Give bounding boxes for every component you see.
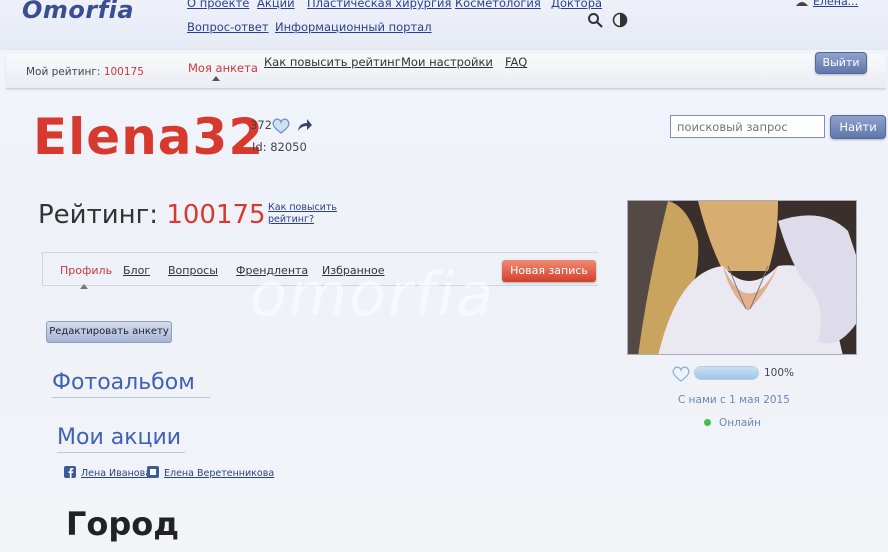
new-post-button[interactable]: Новая запись [502, 260, 596, 282]
user-icon[interactable] [795, 0, 809, 6]
watermark: omorfia [250, 260, 496, 330]
likes-count: 372 [250, 118, 272, 132]
member-since: С нами с 1 мая 2015 [678, 394, 790, 406]
online-status: Онлайн [719, 417, 761, 429]
heart-icon[interactable] [272, 118, 290, 134]
profile-badge-icon [147, 466, 159, 478]
how-to-raise-link[interactable]: Как повысить рейтинг? [268, 202, 348, 226]
online-status-dot [704, 419, 711, 426]
heart-icon[interactable] [672, 366, 690, 382]
my-promotions-heading[interactable]: Мои акции [57, 425, 185, 453]
profile-rating-label: Рейтинг: [38, 200, 159, 230]
search-input[interactable] [670, 115, 825, 138]
tab-my-settings[interactable]: Мои настройки [401, 55, 493, 69]
nav-qa[interactable]: Вопрос-ответ [187, 20, 269, 34]
friend-link[interactable]: Елена Веретенникова [164, 468, 274, 479]
share-icon[interactable] [297, 118, 313, 132]
edit-profile-button[interactable]: Редактировать анкету [46, 321, 172, 343]
profile-photo-image [628, 201, 856, 354]
profile-rating-value: 100175 [166, 200, 266, 230]
tab-profile[interactable]: Профиль [60, 264, 112, 277]
profile-photo[interactable] [627, 200, 857, 355]
nav-plastic-surgery[interactable]: Пластическая хирургия [307, 0, 451, 10]
site-logo[interactable]: Omorfia [22, 0, 134, 24]
contrast-icon[interactable] [612, 12, 628, 28]
profile-completion-fill [695, 367, 758, 379]
photo-album-heading[interactable]: Фотоальбом [52, 370, 210, 398]
user-name-link[interactable]: Елена... [813, 0, 858, 8]
my-rating-value: 100175 [103, 66, 144, 78]
my-rating-label: Мой рейтинг: [26, 66, 101, 78]
my-rating: Мой рейтинг: 100175 [26, 66, 144, 78]
profile-completion-percent: 100% [764, 367, 795, 379]
profile-tab-marker [80, 284, 88, 289]
tab-questions[interactable]: Вопросы [168, 264, 218, 277]
active-tab-marker [212, 76, 220, 81]
search-button[interactable]: Найти [830, 115, 886, 139]
search-icon[interactable] [587, 12, 603, 28]
tab-faq[interactable]: FAQ [505, 55, 527, 69]
nav-doctors[interactable]: Доктора [551, 0, 602, 10]
profile-username: Elena32 [33, 108, 265, 166]
nav-promotions[interactable]: Акции [257, 0, 295, 10]
city-heading: Город [66, 505, 180, 543]
tab-raise-rating[interactable]: Как повысить рейтинг [264, 55, 401, 69]
friend-link[interactable]: Лена Иванова [81, 468, 151, 479]
nav-cosmetology[interactable]: Косметология [455, 0, 541, 10]
profile-completion-bar [694, 366, 759, 380]
logout-button[interactable]: Выйти [815, 52, 867, 74]
tab-blog[interactable]: Блог [123, 264, 150, 277]
facebook-icon [64, 466, 76, 478]
profile-rating: Рейтинг: 100175 [38, 200, 266, 230]
nav-about[interactable]: О проекте [187, 0, 249, 10]
nav-info-portal[interactable]: Информационный портал [275, 20, 432, 34]
tab-my-profile[interactable]: Моя анкета [188, 61, 258, 75]
user-id: Id: 82050 [252, 140, 307, 154]
